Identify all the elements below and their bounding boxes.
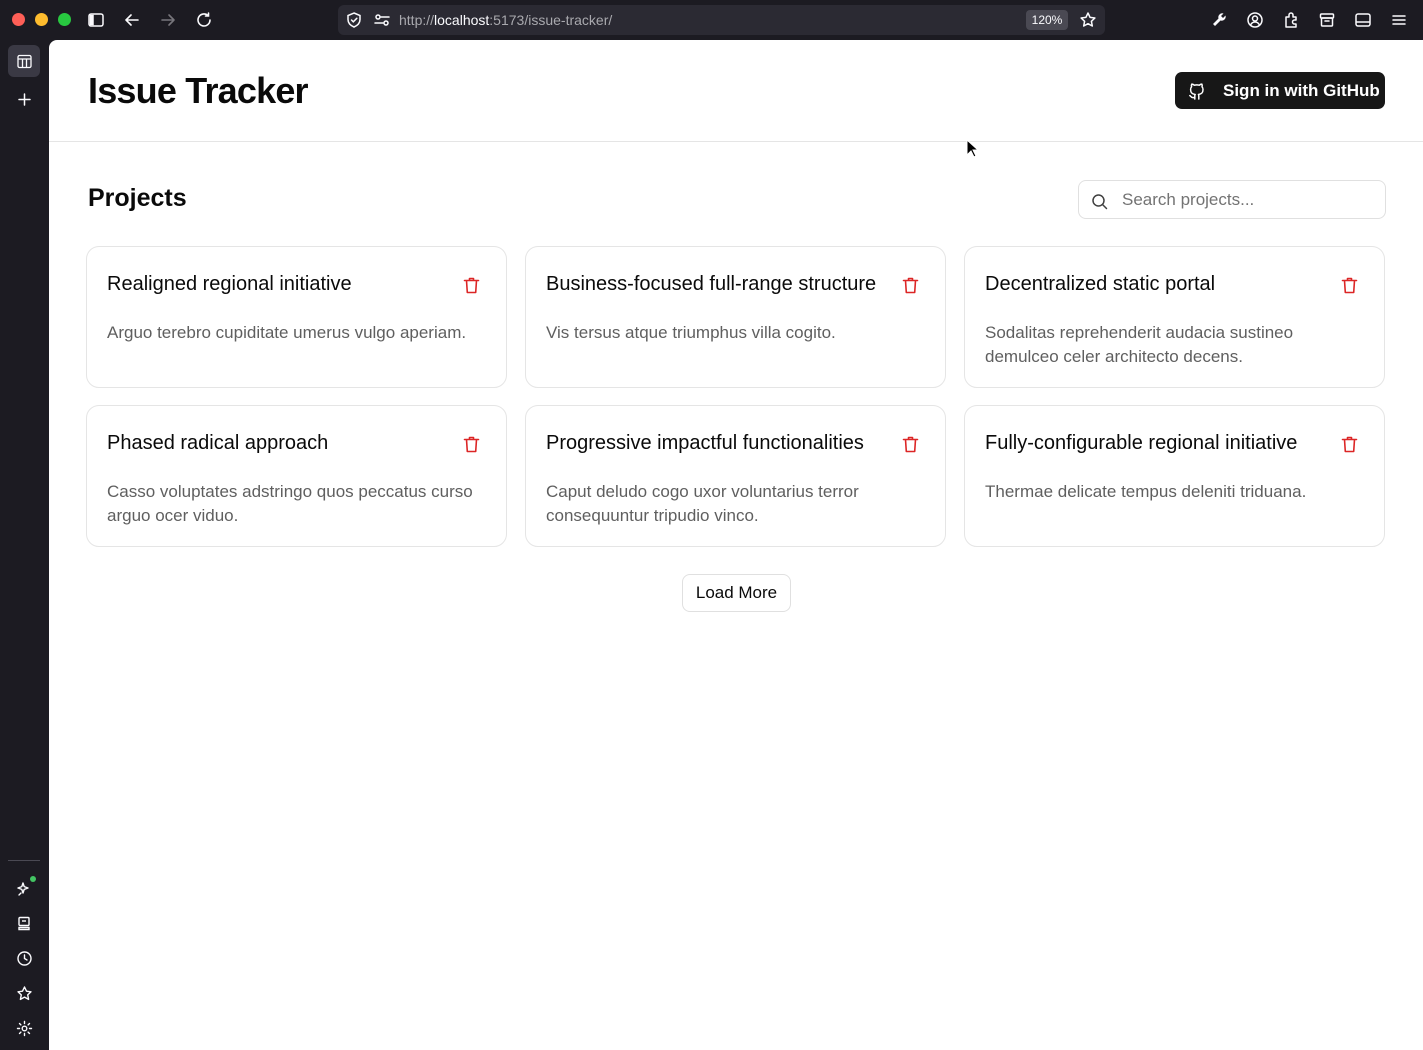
project-title: Progressive impactful functionalities (546, 432, 864, 454)
history-clock-icon[interactable] (8, 942, 40, 974)
project-description: Sodalitas reprehenderit audacia sustineo… (985, 323, 1294, 366)
project-title: Realigned regional initiative (107, 273, 352, 295)
github-icon (1189, 83, 1204, 100)
project-card[interactable]: Decentralized static portal Sodalitas re… (964, 246, 1385, 388)
project-card[interactable]: Realigned regional initiative Arguo tere… (86, 246, 507, 388)
url-text[interactable]: http://localhost:5173/issue-tracker/ (399, 12, 612, 28)
bookmark-star-icon[interactable] (1076, 8, 1100, 32)
project-grid: Realigned regional initiative Arguo tere… (86, 246, 1387, 547)
address-bar[interactable]: http://localhost:5173/issue-tracker/ 120… (338, 5, 1105, 35)
trash-icon[interactable] (899, 274, 921, 296)
account-icon[interactable] (1243, 8, 1267, 32)
github-signin-button[interactable]: Sign in with GitHub (1175, 72, 1385, 109)
search-icon (1092, 194, 1108, 210)
shield-icon[interactable] (342, 8, 366, 32)
back-arrow-icon[interactable] (120, 8, 144, 32)
project-description: Thermae delicate tempus deleniti triduan… (985, 482, 1307, 501)
project-title: Business-focused full-range structure (546, 273, 877, 295)
project-card[interactable]: Phased radical approach Casso voluptates… (86, 405, 507, 547)
forward-arrow-icon[interactable] (156, 8, 180, 32)
mouse-cursor-icon (966, 139, 980, 158)
wrench-icon[interactable] (1207, 8, 1231, 32)
project-title: Phased radical approach (107, 432, 329, 454)
app-header: Issue Tracker Sign in with GitHub (49, 40, 1423, 142)
project-card[interactable]: Fully-configurable regional initiative T… (964, 405, 1385, 547)
bookmarks-star-icon[interactable] (8, 977, 40, 1009)
container-icon[interactable] (1315, 8, 1339, 32)
search-box[interactable] (1078, 180, 1386, 219)
sidebar-divider (8, 860, 40, 861)
window-close-button[interactable] (12, 13, 25, 26)
synced-tabs-icon[interactable] (8, 907, 40, 939)
extensions-icon[interactable] (1279, 8, 1303, 32)
project-description: Vis tersus atque triumphus villa cogito. (546, 323, 836, 342)
sidebar-toggle-icon[interactable] (84, 8, 108, 32)
page-content: Issue Tracker Sign in with GitHub Projec… (49, 40, 1423, 1050)
project-title: Fully-configurable regional initiative (985, 432, 1298, 454)
project-description: Caput deludo cogo uxor voluntarius terro… (546, 482, 859, 525)
trash-icon[interactable] (460, 433, 482, 455)
window-minimize-button[interactable] (35, 13, 48, 26)
zoom-level-badge[interactable]: 120% (1026, 10, 1068, 30)
settings-gear-icon[interactable] (8, 1012, 40, 1044)
ai-sparkle-icon[interactable] (8, 872, 40, 904)
sidebar-panel-icon[interactable] (1351, 8, 1375, 32)
trash-icon[interactable] (1338, 274, 1360, 296)
projects-heading: Projects (88, 184, 187, 212)
reload-icon[interactable] (192, 8, 216, 32)
menu-icon[interactable] (1387, 8, 1411, 32)
notification-dot (30, 876, 36, 882)
new-tab-plus-icon[interactable] (8, 83, 40, 115)
tab-overview-button[interactable] (8, 45, 40, 77)
app-title: Issue Tracker (88, 70, 309, 111)
project-card[interactable]: Business-focused full-range structure Vi… (525, 246, 946, 388)
browser-toolbar: http://localhost:5173/issue-tracker/ 120… (0, 0, 1423, 40)
site-permissions-icon[interactable] (370, 8, 394, 32)
trash-icon[interactable] (1338, 433, 1360, 455)
trash-icon[interactable] (899, 433, 921, 455)
project-description: Arguo terebro cupiditate umerus vulgo ap… (107, 323, 467, 342)
browser-sidebar (0, 40, 49, 1050)
project-card[interactable]: Progressive impactful functionalities Ca… (525, 405, 946, 547)
window-maximize-button[interactable] (58, 13, 71, 26)
project-description: Casso voluptates adstringo quos peccatus… (107, 482, 473, 525)
github-signin-label: Sign in with GitHub (1223, 81, 1380, 100)
trash-icon[interactable] (460, 274, 482, 296)
load-more-button[interactable]: Load More (682, 574, 791, 612)
search-input[interactable] (1122, 187, 1372, 213)
project-title: Decentralized static portal (985, 273, 1216, 295)
